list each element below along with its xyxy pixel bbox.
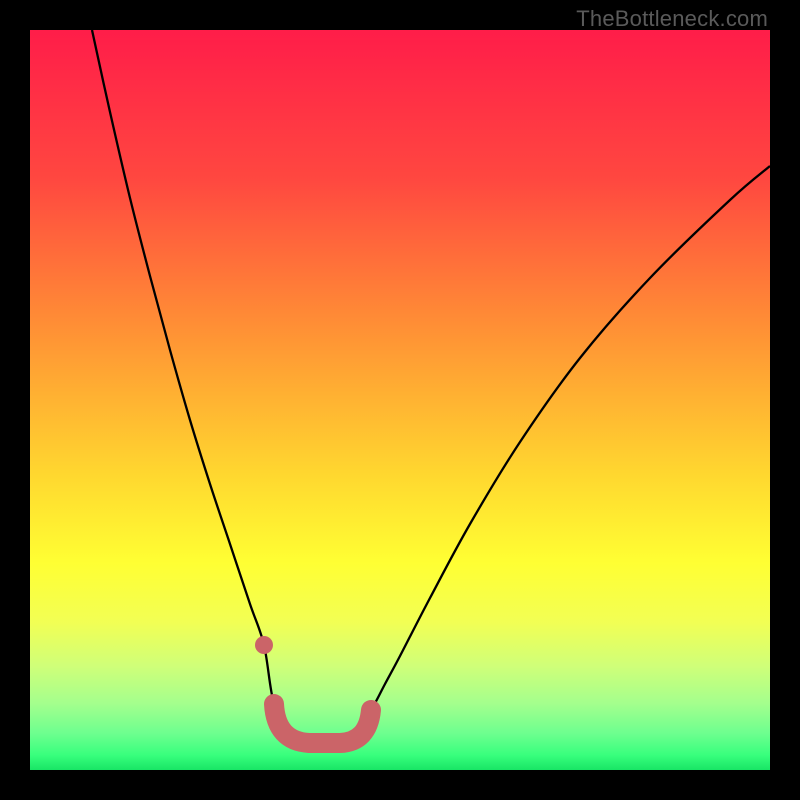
marker-dot — [255, 636, 273, 654]
curve-path — [92, 30, 770, 746]
bottleneck-curve — [30, 30, 770, 770]
plot-area — [30, 30, 770, 770]
watermark-text: TheBottleneck.com — [576, 6, 768, 32]
marker-arc — [274, 704, 371, 743]
